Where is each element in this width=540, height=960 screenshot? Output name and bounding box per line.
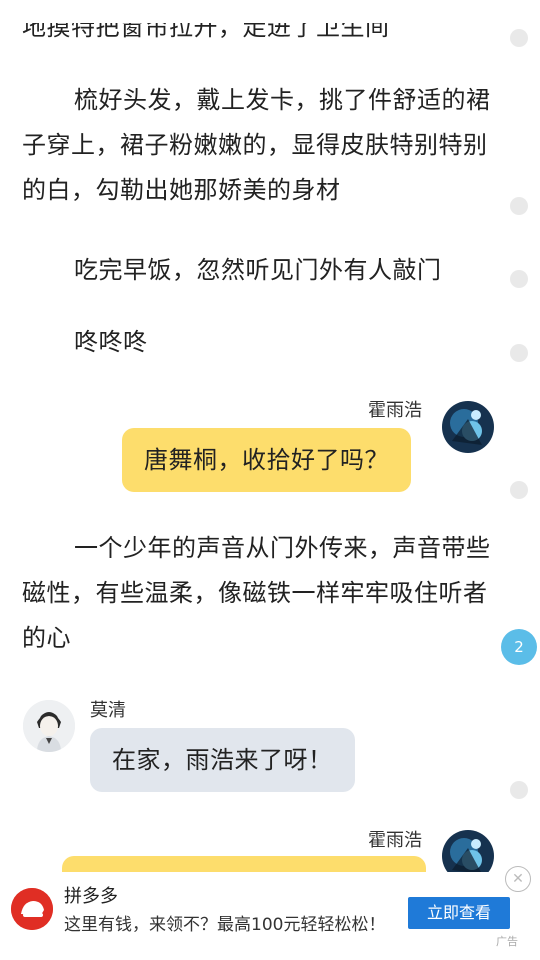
paragraph-comment-dot[interactable] bbox=[510, 29, 528, 47]
story-paragraph: 咚咚咚 bbox=[74, 328, 148, 356]
speaker-name: 莫清 bbox=[90, 700, 126, 721]
chat-bubble-left: 在家，雨浩来了呀！ bbox=[90, 728, 355, 792]
pinduoduo-logo-icon[interactable] bbox=[11, 888, 53, 930]
paragraph-comment-dot[interactable] bbox=[510, 481, 528, 499]
avatar-huo-yuhao[interactable] bbox=[442, 401, 494, 453]
paragraph-comment-dot[interactable] bbox=[510, 344, 528, 362]
story-paragraph-cut: 地摸特把窗帘拉开，走进了卫生间 bbox=[22, 13, 390, 41]
chat-bubble-right: 唐舞桐，收拾好了吗？ bbox=[122, 428, 411, 492]
ad-close-icon[interactable]: ✕ bbox=[505, 866, 531, 892]
paragraph-comment-dot[interactable] bbox=[510, 781, 528, 799]
story-paragraph: 一个少年的声音从门外传来，声音带些磁性，有些温柔，像磁铁一样牢牢吸住听者的心 bbox=[22, 534, 491, 652]
avatar-mo-qing[interactable] bbox=[23, 700, 75, 752]
paragraph-comment-dot[interactable] bbox=[510, 197, 528, 215]
ad-cta-button[interactable]: 立即查看 bbox=[408, 897, 510, 929]
ad-label: 广告 bbox=[496, 935, 518, 948]
ad-title[interactable]: 拼多多 bbox=[64, 882, 118, 908]
comment-count-badge[interactable]: 2 bbox=[501, 629, 537, 665]
story-paragraph: 梳好头发，戴上发卡，挑了件舒适的裙子穿上，裙子粉嫩嫩的，显得皮肤特别特别的白，勾… bbox=[22, 86, 491, 204]
ad-description[interactable]: 这里有钱，来领不？最高100元轻轻松松！ bbox=[64, 910, 385, 935]
paragraph-comment-dot[interactable] bbox=[510, 270, 528, 288]
speaker-name: 霍雨浩 bbox=[368, 400, 422, 421]
story-paragraph: 吃完早饭，忽然听见门外有人敲门 bbox=[74, 256, 442, 284]
speaker-name: 霍雨浩 bbox=[368, 830, 422, 851]
